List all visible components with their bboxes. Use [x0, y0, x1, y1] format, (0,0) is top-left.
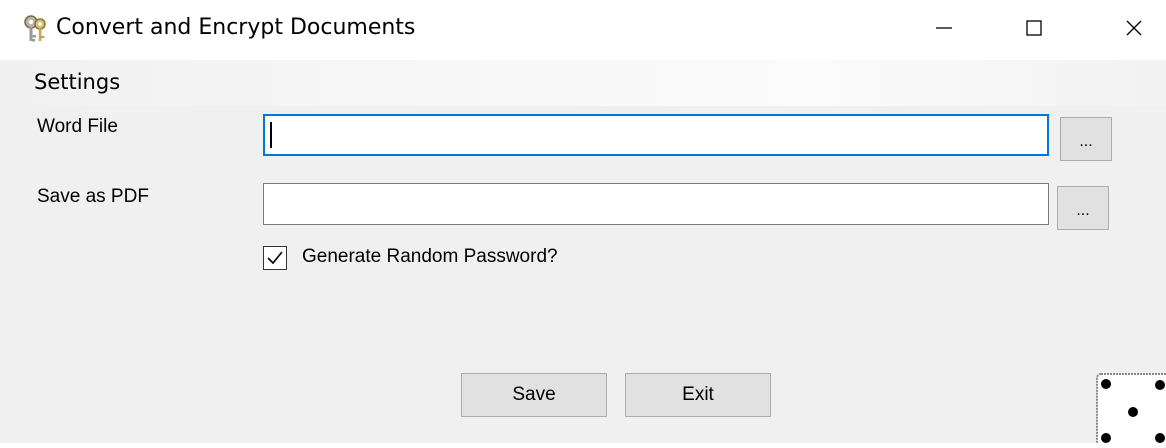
- maximize-button[interactable]: [990, 0, 1078, 60]
- save-as-pdf-input[interactable]: [263, 183, 1049, 225]
- browse-pdf-button[interactable]: ...: [1057, 186, 1109, 230]
- minimize-button[interactable]: [900, 0, 988, 60]
- random-password-checkbox[interactable]: [263, 246, 287, 270]
- save-as-pdf-label: Save as PDF: [37, 186, 149, 207]
- window-title: Convert and Encrypt Documents: [56, 15, 416, 40]
- exit-button[interactable]: Exit: [625, 373, 771, 417]
- menu-item-settings[interactable]: Settings: [34, 70, 120, 94]
- save-button[interactable]: Save: [461, 373, 607, 417]
- word-file-label: Word File: [37, 116, 118, 137]
- close-icon: [1125, 19, 1143, 42]
- keys-icon: [22, 14, 48, 44]
- browse-word-file-button[interactable]: ...: [1060, 117, 1112, 161]
- text-caret: [270, 122, 272, 148]
- close-button[interactable]: [1090, 0, 1166, 60]
- title-bar[interactable]: Convert and Encrypt Documents: [0, 0, 1166, 60]
- dice-icon: [1095, 372, 1166, 448]
- checkmark-icon: [267, 251, 283, 265]
- word-file-input[interactable]: [263, 114, 1049, 156]
- random-password-label[interactable]: Generate Random Password?: [302, 246, 558, 268]
- menu-bar: Settings: [0, 60, 1166, 106]
- maximize-icon: [1025, 19, 1043, 42]
- form-area: Word File ... Save as PDF ... Generate R…: [0, 106, 1166, 448]
- minimize-icon: [935, 19, 953, 42]
